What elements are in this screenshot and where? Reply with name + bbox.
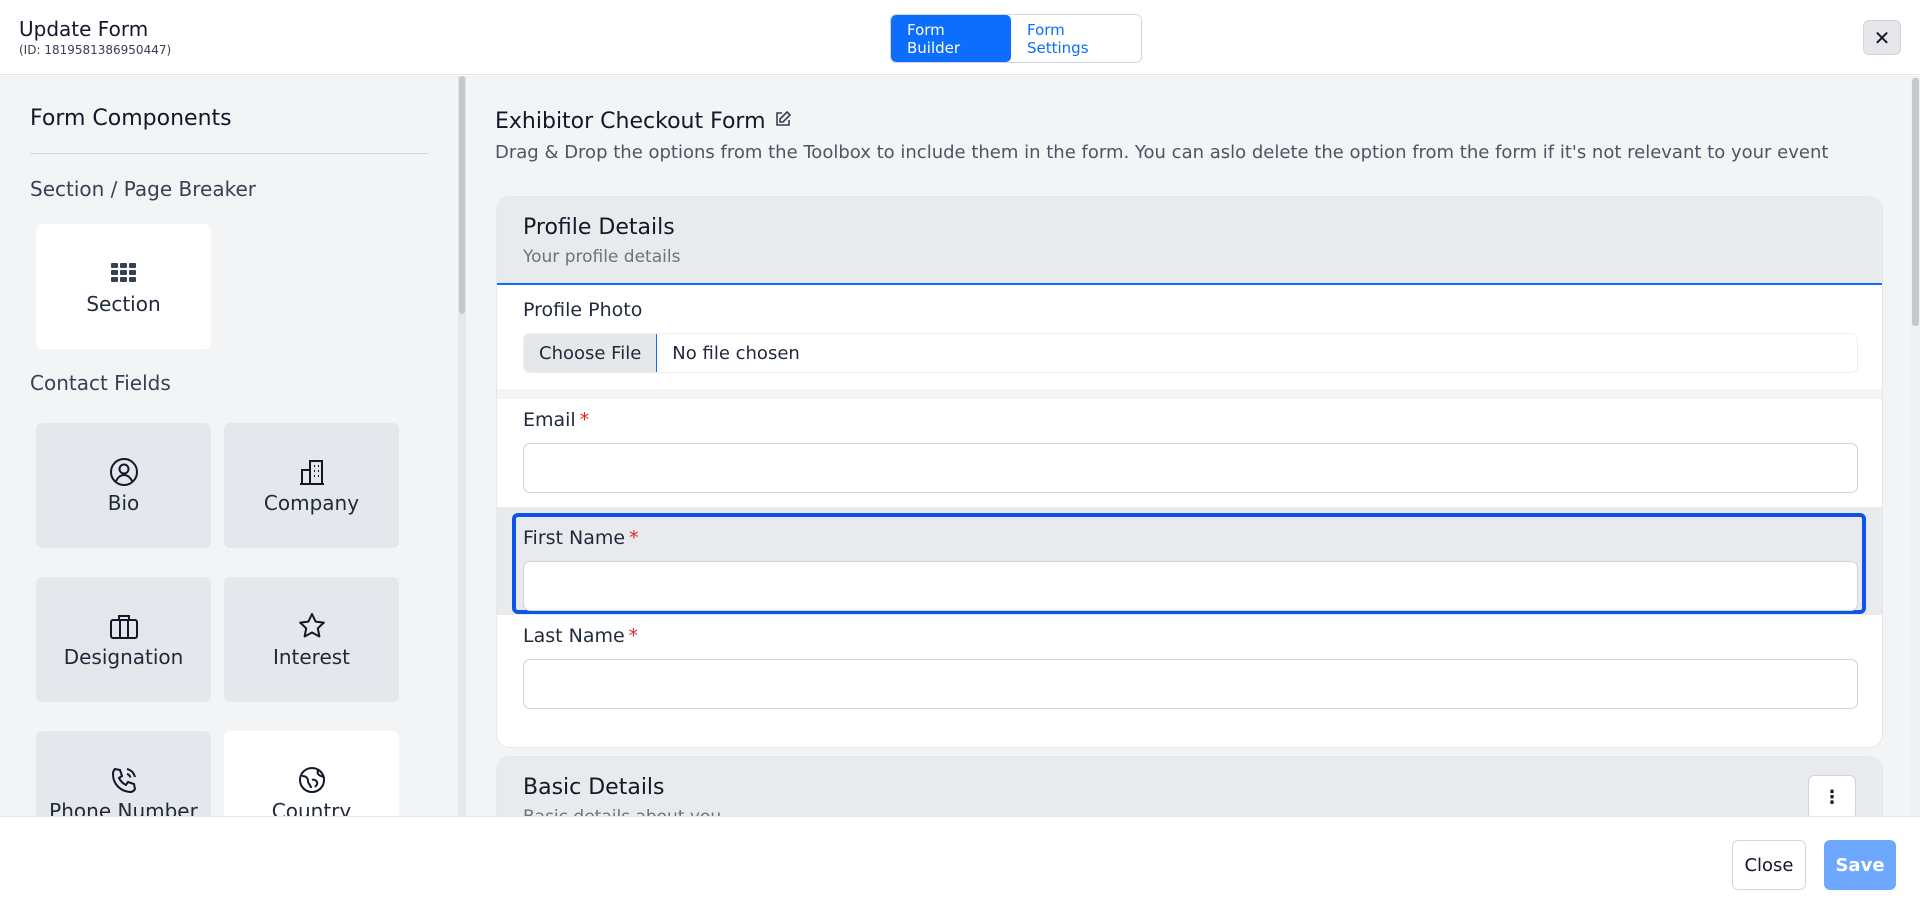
component-label: Designation — [63, 644, 184, 669]
component-label: Interest — [272, 644, 351, 669]
edit-icon[interactable] — [774, 109, 792, 134]
modal-title: Update Form — [19, 17, 149, 41]
component-phone-number[interactable]: Phone Number — [36, 731, 211, 816]
component-designation[interactable]: Designation — [36, 577, 211, 702]
component-interest[interactable]: Interest — [224, 577, 399, 702]
close-modal-button[interactable]: ✕ — [1863, 20, 1901, 55]
component-label: Section — [86, 291, 161, 316]
phone-icon — [109, 765, 139, 795]
email-field[interactable] — [523, 443, 1858, 493]
form-components-sidebar: Form Components Section / Page Breaker S… — [0, 76, 460, 816]
form-canvas: Exhibitor Checkout Form Drag & Drop the … — [466, 76, 1920, 816]
field-label: Last Name * — [523, 625, 639, 647]
close-button[interactable]: Close — [1732, 840, 1806, 890]
building-icon — [297, 457, 327, 487]
component-section[interactable]: Section — [36, 224, 211, 349]
main-scrollbar-thumb[interactable] — [1912, 78, 1919, 326]
component-label: Phone Number — [49, 798, 198, 817]
section-subtitle: Your profile details — [523, 247, 681, 267]
section-profile-details[interactable]: Profile Details Your profile details Pro… — [496, 196, 1883, 748]
component-label: Country — [271, 798, 352, 817]
choose-file-button[interactable]: Choose File — [524, 334, 658, 372]
section-subtitle: Basic details about you — [523, 807, 1856, 816]
component-label: Bio — [107, 490, 140, 515]
field-label: First Name * — [523, 527, 639, 549]
section-title: Profile Details — [523, 215, 675, 240]
save-button[interactable]: Save — [1824, 840, 1896, 890]
form-description: Drag & Drop the options from the Toolbox… — [495, 142, 1829, 163]
group-label-section: Section / Page Breaker — [30, 177, 256, 201]
field-last-name[interactable]: Last Name * — [497, 625, 1882, 735]
component-company[interactable]: Company — [224, 423, 399, 548]
modal-footer: Close Save — [0, 816, 1920, 912]
builder-tabs: Form Builder Form Settings — [890, 14, 1142, 63]
first-name-field[interactable] — [523, 561, 1858, 611]
form-title: Exhibitor Checkout Form — [495, 109, 766, 134]
form-title-row: Exhibitor Checkout Form — [495, 109, 792, 134]
section-basic-details[interactable]: Basic Details Basic details about you ⋮ — [496, 756, 1883, 816]
field-separator — [497, 389, 1882, 399]
required-marker: * — [579, 409, 590, 431]
file-status: No file chosen — [672, 342, 800, 364]
section-menu-button[interactable]: ⋮ — [1808, 775, 1856, 816]
sidebar-title: Form Components — [30, 106, 232, 131]
field-label: Email * — [523, 409, 590, 431]
briefcase-icon — [109, 611, 139, 641]
field-first-name[interactable]: First Name * — [497, 527, 1882, 611]
grid-icon — [109, 258, 139, 288]
component-bio[interactable]: Bio — [36, 423, 211, 548]
field-label: Profile Photo — [523, 299, 643, 321]
modal-header: Update Form (ID: 1819581386950447) Form … — [0, 0, 1920, 75]
component-label: Company — [263, 490, 360, 515]
form-id: (ID: 1819581386950447) — [19, 43, 172, 57]
globe-icon — [297, 765, 327, 795]
group-label-contact-fields: Contact Fields — [30, 371, 171, 395]
last-name-field[interactable] — [523, 659, 1858, 709]
profile-photo-file-input[interactable]: Choose File No file chosen — [523, 333, 1858, 373]
required-marker: * — [629, 527, 639, 549]
required-marker: * — [628, 625, 639, 647]
section-header: Basic Details Basic details about you ⋮ — [497, 757, 1882, 816]
component-country[interactable]: Country — [224, 731, 399, 816]
tab-form-settings[interactable]: Form Settings — [1011, 15, 1141, 62]
section-title: Basic Details — [523, 775, 665, 800]
star-icon — [297, 611, 327, 641]
kebab-icon: ⋮ — [1823, 786, 1841, 808]
close-icon: ✕ — [1873, 25, 1891, 50]
field-email[interactable]: Email * — [497, 409, 1882, 514]
sidebar-scrollbar-thumb[interactable] — [459, 76, 465, 314]
section-header: Profile Details Your profile details — [497, 197, 1882, 285]
user-circle-icon — [109, 457, 139, 487]
sidebar-divider — [30, 153, 428, 154]
tab-form-builder[interactable]: Form Builder — [891, 15, 1011, 62]
